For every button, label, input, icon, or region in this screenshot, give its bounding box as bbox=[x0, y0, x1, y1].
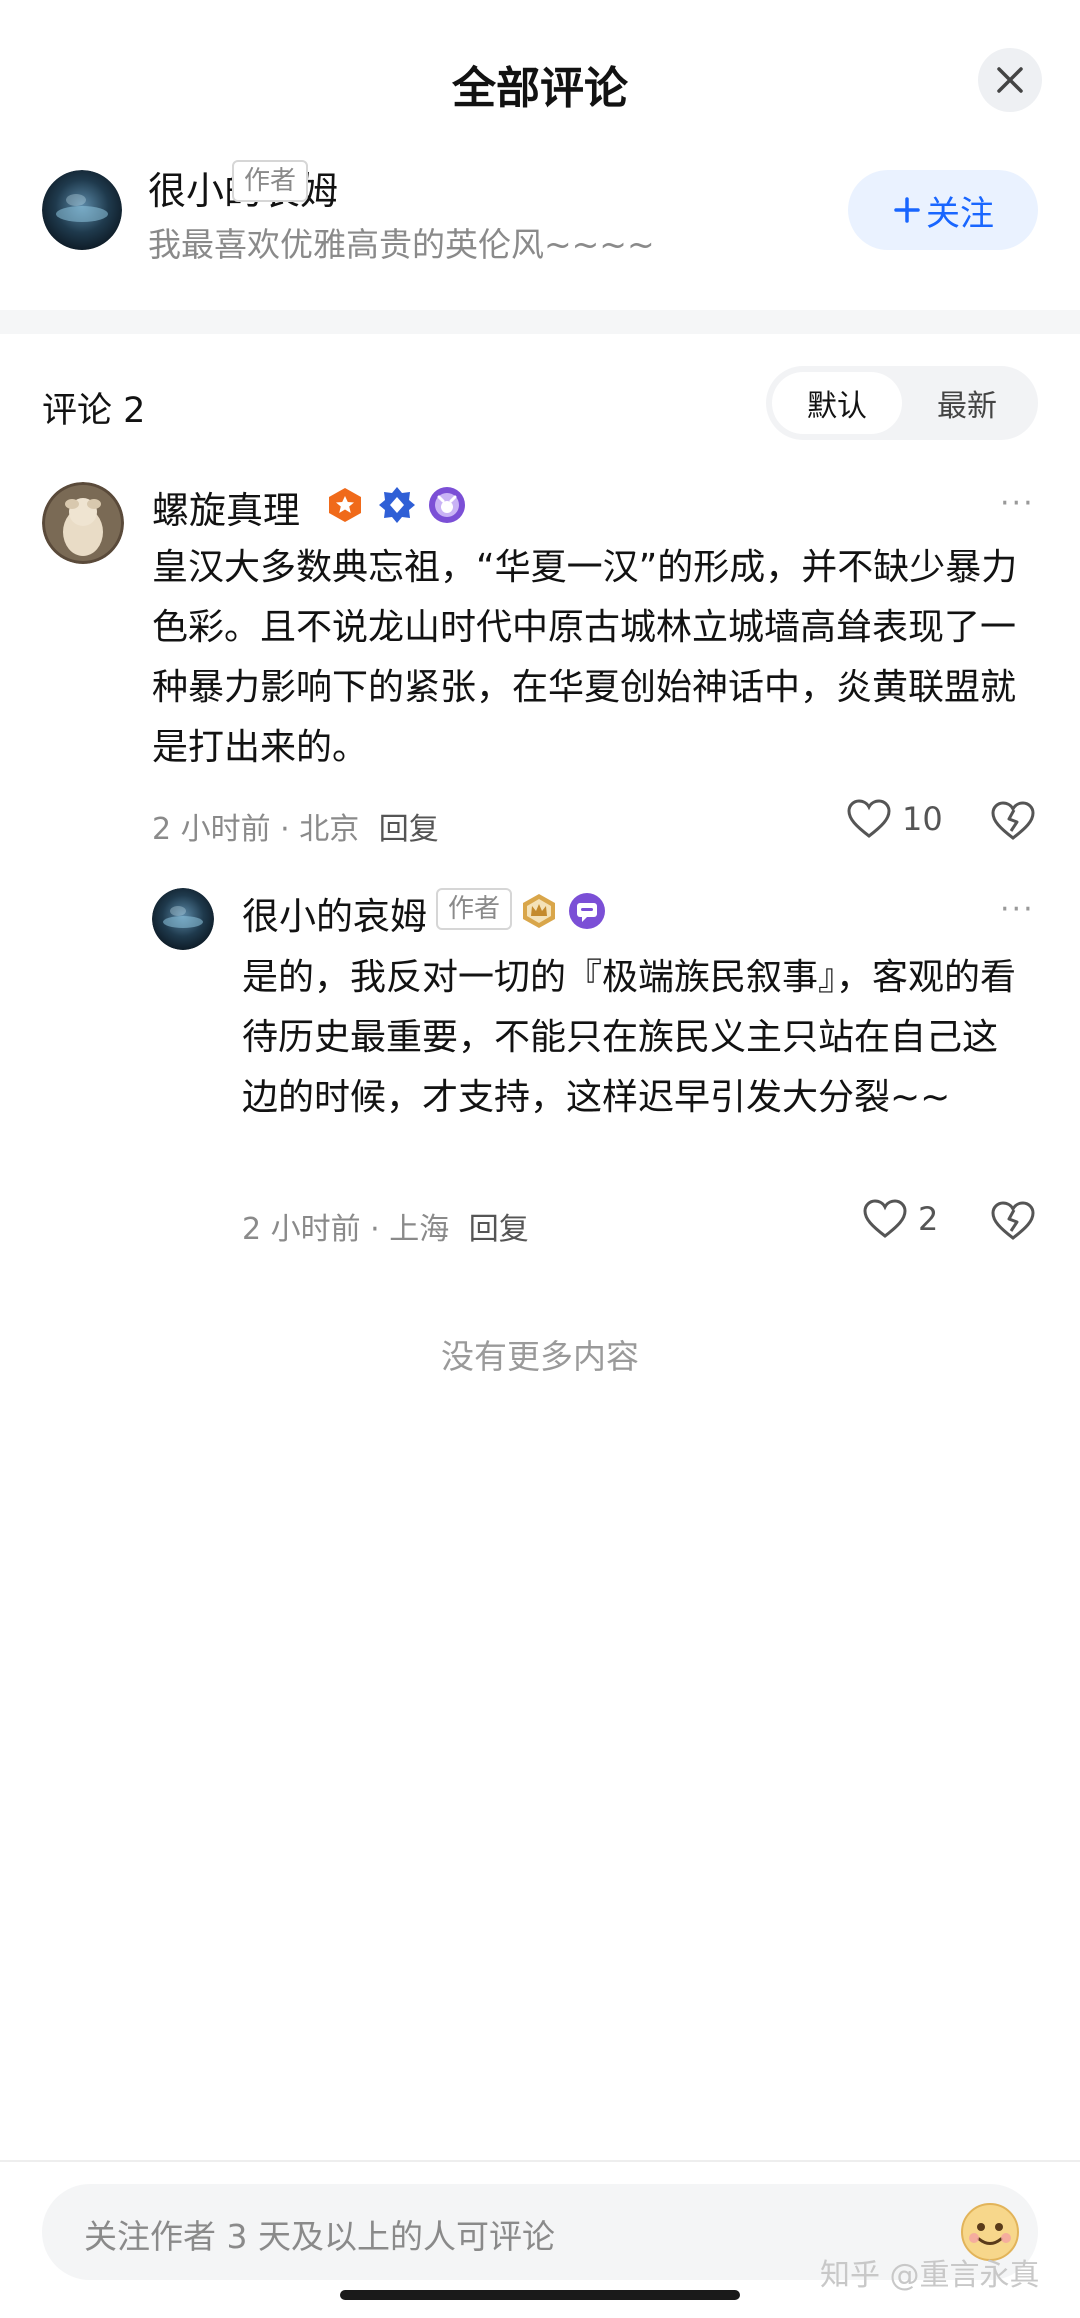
comment-location: 北京 bbox=[299, 812, 360, 847]
reply-time: 2 小时前 bbox=[242, 1212, 361, 1247]
input-placeholder: 关注作者 3 天及以上的人可评论 bbox=[84, 2217, 555, 2256]
meta-separator: · bbox=[370, 1212, 390, 1247]
reply-like-button[interactable]: 2 bbox=[862, 1198, 938, 1240]
reply-more-options-icon[interactable]: ··· bbox=[1000, 892, 1035, 927]
replier-avatar[interactable] bbox=[152, 888, 214, 950]
comment-meta: 2 小时前 · 北京 回复 bbox=[152, 804, 439, 848]
author-tag: 作者 bbox=[232, 160, 309, 202]
reply-body: 是的，我反对一切的『极端族民叙事』，客观的看待历史最重要，不能只在族民义主只站在… bbox=[242, 957, 1017, 1118]
broken-heart-icon[interactable] bbox=[990, 798, 1036, 844]
reply-like-count: 2 bbox=[918, 1200, 939, 1238]
section-divider bbox=[0, 310, 1080, 334]
author-info: 很小的哀姆 作者 我最喜欢优雅高贵的英伦风~~~~ 关注 bbox=[42, 160, 1042, 300]
purple-chat-badge-icon bbox=[569, 893, 605, 929]
broken-heart-icon[interactable] bbox=[990, 1198, 1036, 1244]
bottom-divider bbox=[0, 2160, 1080, 2162]
purple-badge-icon bbox=[429, 487, 465, 523]
reply-location: 上海 bbox=[389, 1212, 450, 1247]
follow-button[interactable]: 关注 bbox=[848, 170, 1038, 250]
reply-reply-button[interactable]: 回复 bbox=[469, 1212, 529, 1247]
heart-icon bbox=[863, 1199, 907, 1238]
sort-newest-tab[interactable]: 最新 bbox=[902, 372, 1032, 434]
plus-icon bbox=[894, 197, 920, 223]
watermark: 知乎 @重言永真 bbox=[820, 2258, 1040, 2293]
home-indicator[interactable] bbox=[340, 2290, 740, 2300]
more-options-icon[interactable]: ··· bbox=[1000, 486, 1035, 521]
page-title: 全部评论 bbox=[452, 63, 628, 114]
reply-button[interactable]: 回复 bbox=[379, 812, 439, 847]
follow-label: 关注 bbox=[926, 193, 994, 234]
comment-body: 皇汉大多数典忘祖，“华夏一汉”的形成，并不缺少暴力色彩。且不说龙山时代中原古城林… bbox=[152, 547, 1018, 768]
blue-diamond-badge-icon bbox=[379, 487, 415, 523]
replier-author-tag: 作者 bbox=[436, 888, 513, 930]
sort-default-tab[interactable]: 默认 bbox=[772, 372, 902, 434]
replier-name[interactable]: 很小的哀姆 bbox=[242, 886, 427, 940]
reply-meta: 2 小时前 · 上海 回复 bbox=[242, 1204, 529, 1248]
orange-star-badge-icon bbox=[329, 488, 361, 522]
commenter-avatar[interactable] bbox=[42, 482, 124, 564]
close-button[interactable] bbox=[978, 48, 1042, 112]
author-subtitle: 我最喜欢优雅高贵的英伦风~~~~ bbox=[148, 225, 655, 264]
like-count: 10 bbox=[902, 800, 943, 838]
like-button[interactable]: 10 bbox=[846, 798, 943, 840]
gold-crown-badge-icon bbox=[523, 894, 555, 928]
heart-icon bbox=[847, 799, 891, 838]
comment-time: 2 小时前 bbox=[152, 812, 271, 847]
author-avatar[interactable] bbox=[42, 170, 122, 250]
meta-separator: · bbox=[280, 812, 300, 847]
close-icon bbox=[997, 67, 1023, 93]
sort-toggle: 默认 最新 bbox=[766, 366, 1038, 440]
comments-sheet: 全部评论 很小的哀姆 作者 我最喜欢优雅高贵的英伦风~~ bbox=[0, 0, 1080, 2318]
no-more-content: 没有更多内容 bbox=[441, 1337, 639, 1376]
commenter-name[interactable]: 螺旋真理 bbox=[152, 480, 300, 534]
comment-count: 评论 2 bbox=[42, 391, 146, 431]
